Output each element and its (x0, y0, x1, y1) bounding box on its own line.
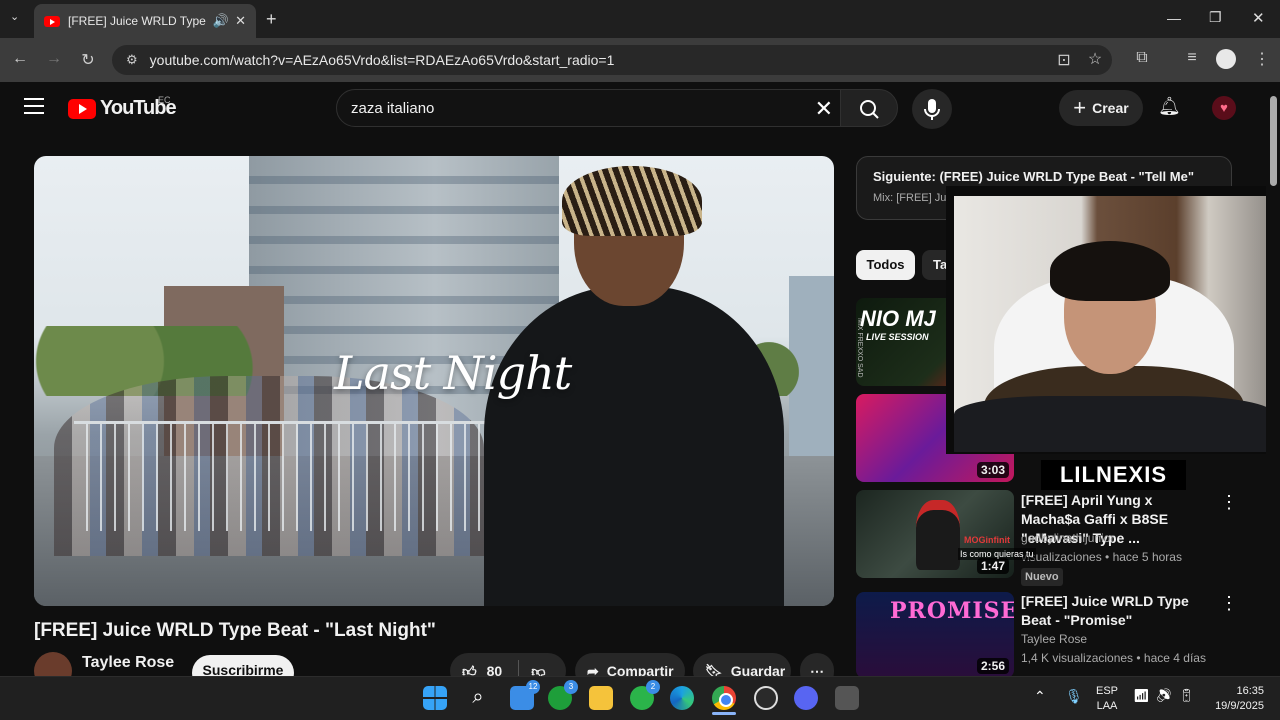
thumb-text: PROMISE (890, 598, 1014, 624)
chrome-icon[interactable] (712, 686, 736, 710)
url-text: youtube.com/watch?v=AEzAo65Vrdo&list=RDA… (149, 52, 615, 68)
scrollbar-thumb[interactable] (1270, 96, 1277, 186)
video-frame-fence (74, 421, 504, 531)
notifications-bell-icon[interactable]: 🔔︎ (1158, 96, 1181, 117)
video-options-icon[interactable]: ⋮ (1220, 593, 1238, 614)
taskbar-clock[interactable]: 16:35 19/9/2025 (1204, 684, 1264, 714)
related-video-meta: visualizaciones • hace 5 horas (1021, 550, 1182, 564)
browser-menu-icon[interactable]: ⋮ (1250, 49, 1274, 69)
streamer-name: LILNEXIS (1041, 460, 1186, 490)
chat-username: MOGinfinit (964, 535, 1010, 545)
whatsapp-badge: 2 (646, 680, 660, 694)
duration-badge: 2:56 (976, 658, 1009, 674)
microphone-icon (924, 99, 940, 120)
search-icon (860, 100, 879, 119)
discord-icon[interactable] (794, 686, 818, 710)
video-options-icon[interactable]: ⋮ (1220, 492, 1238, 513)
chat-message: Is como quieras tu (958, 548, 1036, 560)
install-app-icon[interactable]: ⊡ (1052, 50, 1076, 70)
clock-time: 16:35 (1236, 685, 1264, 697)
window-close-button[interactable]: ✕ (1252, 9, 1265, 27)
streamer-hair (1050, 241, 1170, 301)
reload-icon[interactable]: ↻ (76, 50, 100, 70)
tab-close-icon[interactable]: ✕ (235, 13, 246, 29)
xbox-badge: 3 (564, 680, 578, 694)
thumb-subtext: LIVE SESSION (866, 332, 929, 342)
webcam-overlay (946, 186, 1280, 454)
next-up-title: Siguiente: (FREE) Juice WRLD Type Beat -… (873, 169, 1194, 184)
video-title: [FREE] Juice WRLD Type Beat - "Last Nigh… (34, 620, 436, 641)
forward-arrow-icon[interactable]: → (42, 50, 66, 68)
related-video-meta: 1,4 K visualizaciones • hace 4 días (1021, 651, 1206, 665)
xbox-icon[interactable]: 3 (548, 680, 578, 710)
site-settings-icon[interactable]: ⚙ (126, 52, 138, 68)
tab-search-chevron-icon[interactable]: ⌄ (10, 10, 19, 23)
channel-name[interactable]: Taylee Rose (82, 654, 174, 672)
youtube-logo[interactable]: YouTube EC (68, 95, 177, 120)
search-button[interactable] (840, 89, 898, 127)
tab-title: [FREE] Juice WRLD Type Beat (68, 14, 207, 28)
jacket (954, 396, 1272, 452)
tray-chevron-icon[interactable]: ⌃ (1034, 688, 1046, 705)
plus-icon: + (1073, 95, 1087, 120)
hamburger-menu-icon[interactable] (24, 98, 44, 114)
chip-todos[interactable]: Todos (856, 250, 915, 280)
voice-search-button[interactable] (912, 89, 952, 129)
whatsapp-icon[interactable]: 2 (630, 680, 660, 710)
clock-date: 19/9/2025 (1215, 700, 1264, 712)
maximize-button[interactable]: ❐ (1209, 9, 1222, 26)
file-explorer-icon[interactable] (589, 686, 613, 710)
obs-icon[interactable] (754, 686, 778, 710)
thumb-figure (916, 500, 960, 570)
create-button[interactable]: + Crear (1059, 90, 1143, 126)
duration-badge: 3:03 (976, 462, 1009, 478)
bookmark-star-icon[interactable]: ☆ (1083, 49, 1107, 69)
search-input[interactable]: zaza italiano ✕ (336, 89, 850, 127)
taskbar-search-icon[interactable]: ⌕ (466, 686, 490, 710)
video-overlay-title: Last Night (334, 346, 572, 400)
user-avatar[interactable]: ♥ (1212, 96, 1236, 120)
edge-icon[interactable] (670, 686, 694, 710)
country-code: EC (158, 95, 171, 105)
video-player[interactable]: Last Night (34, 156, 834, 606)
search-value: zaza italiano (351, 99, 435, 117)
app-icon[interactable] (835, 686, 859, 710)
browser-tab-youtube[interactable]: [FREE] Juice WRLD Type Beat 🔊 ✕ (34, 4, 256, 38)
related-video-channel[interactable]: Taylee Rose (1021, 632, 1087, 646)
related-video-title[interactable]: [FREE] Juice WRLD Type Beat - "Promise" (1021, 592, 1209, 630)
tray-status-icons[interactable]: 📶︎🔊︎🔋︎ (1133, 688, 1201, 704)
webcam-frame (954, 196, 1272, 452)
video-thumbnail[interactable]: PROMISE 2:56 (856, 592, 1014, 678)
minimize-button[interactable]: ― (1167, 10, 1181, 26)
input-language[interactable]: ESP LAA (1094, 684, 1120, 714)
address-bar[interactable]: ⚙ youtube.com/watch?v=AEzAo65Vrdo&list=R… (112, 45, 1112, 75)
extensions-puzzle-icon[interactable]: ⧉ (1130, 49, 1154, 67)
duration-badge: 1:47 (976, 558, 1009, 574)
media-control-icon[interactable]: ≡ (1180, 49, 1204, 67)
speaker-icon[interactable]: 🔊 (213, 13, 229, 29)
keyboard-layout: LAA (1096, 700, 1118, 712)
profile-avatar-icon[interactable] (1216, 49, 1236, 69)
video-thumbnail[interactable]: 1:47 (856, 490, 1014, 578)
active-app-indicator (712, 712, 736, 715)
widgets-icon[interactable]: 12 (510, 680, 540, 710)
new-tab-button[interactable]: + (266, 9, 277, 30)
clear-search-icon[interactable]: ✕ (815, 96, 833, 122)
youtube-play-icon (68, 98, 96, 119)
tray-microphone-icon[interactable]: 🎙︎ (1065, 688, 1083, 705)
related-video-channel[interactable]: godbylinathijunior (1021, 531, 1114, 545)
language-code: ESP (1095, 685, 1118, 697)
windows-start-icon[interactable] (423, 686, 447, 710)
new-badge: Nuevo (1021, 568, 1063, 586)
thumb-text: NIO MJ (860, 306, 936, 331)
widgets-badge: 12 (526, 680, 540, 694)
youtube-favicon-icon (44, 15, 60, 27)
back-arrow-icon[interactable]: ← (8, 50, 32, 68)
create-label: Crear (1092, 100, 1129, 116)
